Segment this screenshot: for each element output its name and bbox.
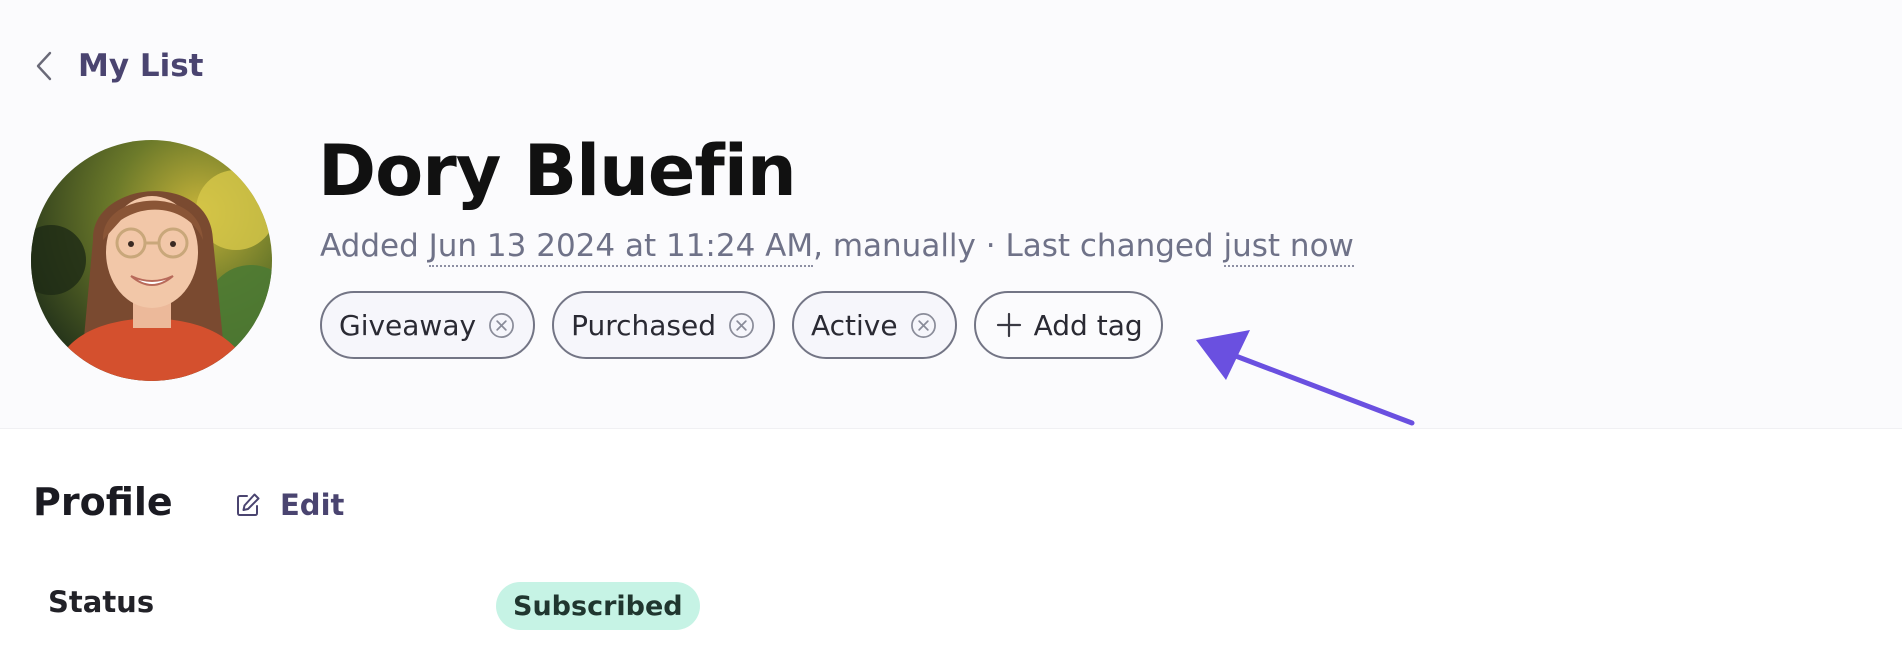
- contact-name: Dory Bluefin: [318, 130, 797, 212]
- tag-chip: Active: [791, 291, 957, 359]
- remove-tag-icon[interactable]: [910, 312, 937, 339]
- status-label: Status: [48, 585, 155, 619]
- added-prefix: Added: [320, 228, 429, 264]
- tag-chip: Purchased: [552, 291, 775, 359]
- avatar: [31, 140, 272, 381]
- tag-label: Active: [810, 308, 898, 342]
- edit-profile-button[interactable]: Edit: [234, 488, 344, 522]
- back-link-label: My List: [78, 48, 204, 84]
- add-tag-label: Add tag: [1033, 308, 1143, 342]
- tag-label: Giveaway: [339, 308, 477, 342]
- contact-header: My List Dory Bluefin Added Jun 13 2024 a…: [0, 0, 1902, 429]
- remove-tag-icon[interactable]: [488, 312, 515, 339]
- added-date[interactable]: Jun 13 2024 at 11:24 AM: [428, 228, 814, 267]
- edit-icon: [237, 493, 260, 516]
- section-title: Profile: [33, 480, 173, 524]
- remove-tag-icon[interactable]: [728, 312, 755, 339]
- added-suffix: , manually · Last changed: [813, 228, 1224, 264]
- add-tag-button[interactable]: Add tag: [973, 291, 1163, 359]
- contact-meta: Added Jun 13 2024 at 11:24 AM, manually …: [320, 228, 1354, 267]
- tag-label: Purchased: [571, 308, 716, 342]
- back-link[interactable]: My List: [34, 48, 204, 84]
- plus-icon: [996, 312, 1021, 338]
- tag-list: Giveaway Purchased Active Add tag: [320, 291, 1163, 359]
- tag-chip: Giveaway: [320, 291, 536, 359]
- chevron-left-icon: [36, 51, 52, 81]
- last-changed[interactable]: just now: [1223, 228, 1354, 267]
- status-badge: Subscribed: [496, 582, 700, 630]
- edit-label: Edit: [280, 488, 345, 522]
